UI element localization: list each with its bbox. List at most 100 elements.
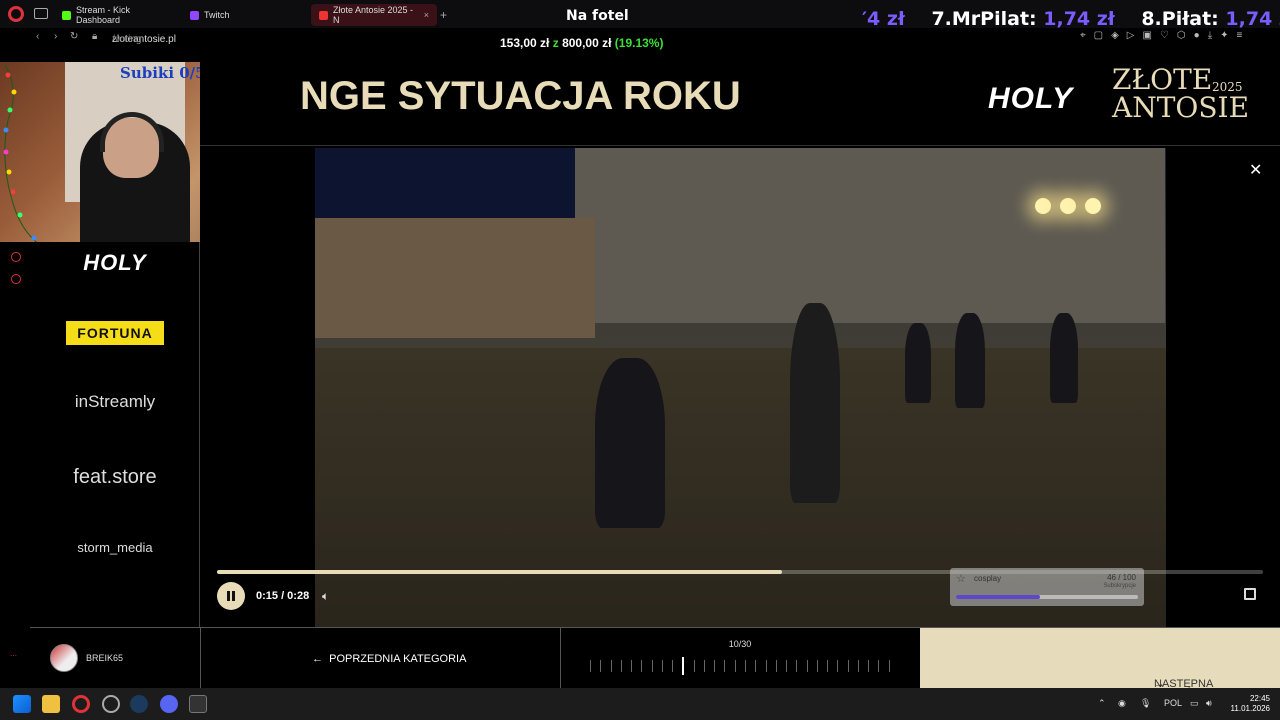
ticker-name: Piłat:: [1161, 8, 1219, 30]
terminal-icon[interactable]: [189, 695, 207, 713]
screenshot-icon[interactable]: ▢: [1094, 30, 1103, 41]
category-tick[interactable]: [868, 660, 870, 672]
user-profile[interactable]: BREIK65: [50, 644, 123, 672]
category-tick[interactable]: [806, 660, 808, 672]
opera-icon[interactable]: [8, 6, 24, 22]
zlote-antosie-logo: ZŁOTE ANTOSIE: [1112, 66, 1249, 122]
sponsor-holy-logo[interactable]: HOLY: [30, 250, 200, 276]
speaker-icon[interactable]: 🔊︎: [1206, 698, 1212, 709]
tab-twitch[interactable]: Twitch: [182, 4, 302, 26]
pause-button[interactable]: [217, 582, 245, 610]
category-tick[interactable]: [672, 660, 674, 672]
network-icon[interactable]: ▭: [1190, 698, 1199, 709]
sponsor-stormmedia-logo[interactable]: storm_media: [30, 540, 200, 555]
extensions-icon[interactable]: ⬡: [1177, 30, 1186, 41]
microphone-icon[interactable]: 🎙︎: [1140, 698, 1151, 709]
rail-menu-icon[interactable]: ⋯: [10, 652, 17, 660]
discord-icon[interactable]: [160, 695, 178, 713]
settings-icon[interactable]: [11, 274, 21, 284]
shield-icon[interactable]: ◈: [1111, 30, 1119, 41]
file-explorer-icon[interactable]: [42, 695, 60, 713]
category-tick[interactable]: [590, 660, 591, 672]
address-bar[interactable]: ‹ › ↻ 🔒︎ zloteantosie.pl/voting: [30, 28, 300, 46]
category-tick[interactable]: [755, 660, 757, 672]
ticker-amount: ′4 zł: [862, 8, 905, 30]
category-tick[interactable]: [847, 660, 849, 672]
category-tick[interactable]: [661, 660, 663, 672]
clock-date: 11.01.2026: [1230, 704, 1270, 713]
category-tick[interactable]: [714, 660, 716, 672]
category-tick[interactable]: [827, 660, 829, 672]
category-tick[interactable]: [693, 660, 695, 672]
category-tick[interactable]: [641, 660, 643, 672]
category-tick-active[interactable]: [682, 657, 685, 675]
category-tick[interactable]: [600, 660, 602, 672]
category-tick[interactable]: [786, 660, 788, 672]
category-tick[interactable]: [775, 660, 777, 672]
menu-icon[interactable]: ≡: [1237, 30, 1243, 41]
category-tick[interactable]: [796, 660, 798, 672]
clock-time: 22:45: [1249, 694, 1270, 703]
previous-category-button[interactable]: ← POPRZEDNIA KATEGORIA: [312, 653, 466, 665]
category-tick[interactable]: [837, 660, 839, 672]
category-ticks[interactable]: [590, 657, 890, 675]
category-navigation: BREIK65 ← POPRZEDNIA KATEGORIA 10/30 NAS…: [30, 627, 1280, 702]
cube-icon[interactable]: ▣: [1143, 30, 1152, 41]
volume-icon[interactable]: 🔈︎: [322, 589, 329, 604]
clock[interactable]: 22:45 11.01.2026: [1222, 694, 1270, 714]
subscription-goal-widget: ☆ cosplay 46 / 100 Subskrypcje: [950, 568, 1144, 606]
close-icon[interactable]: ✕: [1249, 160, 1262, 180]
sponsor-featstore-logo[interactable]: feat.store: [30, 466, 200, 489]
category-tick[interactable]: [620, 660, 622, 672]
back-icon[interactable]: ‹: [36, 31, 39, 42]
sponsor-instreamly-logo[interactable]: inStreamly: [30, 392, 200, 412]
app-icon[interactable]: [102, 695, 120, 713]
category-tick[interactable]: [724, 660, 726, 672]
ticker-name: MrPilat:: [951, 8, 1037, 30]
video-bystander: [955, 313, 985, 408]
tab-close-icon[interactable]: ×: [424, 10, 429, 20]
profile-icon[interactable]: ●: [1194, 30, 1200, 41]
video-player[interactable]: [315, 148, 1166, 627]
heart-icon[interactable]: ♡: [1160, 30, 1169, 41]
taskbar: ⌃ ◉ 🎙︎ POL ▭ 🔊︎ 22:45 11.01.2026: [0, 688, 1280, 720]
tab-kick-dashboard[interactable]: Stream - Kick Dashboard: [54, 4, 180, 26]
opera-taskbar-icon[interactable]: [72, 695, 90, 713]
tab-zlote-antosie[interactable]: Złote Antosie 2025 - N ×: [311, 4, 437, 26]
category-tick[interactable]: [734, 660, 736, 672]
steam-tray-icon[interactable]: ◉: [1118, 698, 1126, 709]
category-tick[interactable]: [610, 660, 612, 672]
download-icon[interactable]: ⤓: [1208, 30, 1212, 41]
category-tick[interactable]: [816, 660, 818, 672]
video-lamp: [1085, 198, 1101, 214]
new-tab-icon[interactable]: +: [440, 8, 447, 22]
category-tick[interactable]: [651, 660, 653, 672]
category-tick[interactable]: [744, 660, 746, 672]
windows-start-icon[interactable]: [13, 695, 31, 713]
category-tick[interactable]: [765, 660, 767, 672]
zlote-antosie-favicon: [319, 10, 328, 20]
language-indicator[interactable]: POL: [1164, 698, 1182, 708]
ai-icon[interactable]: ✦: [1220, 30, 1228, 41]
tab-list-icon[interactable]: [34, 8, 48, 19]
sponsor-fortuna-logo[interactable]: FORTUNA: [66, 321, 164, 345]
next-category-button[interactable]: NASTĘPNA KATEGORIA →: [920, 628, 1280, 702]
category-tick[interactable]: [878, 660, 880, 672]
category-tick[interactable]: [857, 660, 859, 672]
fullscreen-icon[interactable]: [1244, 588, 1256, 600]
category-tick[interactable]: [888, 660, 890, 672]
ticker-rank: 8.: [1141, 8, 1162, 30]
ticker-rank: 7.: [931, 8, 952, 30]
history-icon[interactable]: [11, 252, 21, 262]
goal-separator: z: [552, 36, 559, 50]
ticker-amount: 1,74 zł: [1225, 8, 1280, 30]
tray-expand-icon[interactable]: ⌃: [1098, 698, 1106, 709]
category-tick[interactable]: [703, 660, 705, 672]
goal-current: 153,00 zł: [500, 36, 550, 50]
category-tick[interactable]: [631, 660, 633, 672]
pin-icon[interactable]: ⌖: [1080, 30, 1086, 41]
steam-icon[interactable]: [130, 695, 148, 713]
forward-icon[interactable]: ›: [54, 31, 57, 42]
play-icon[interactable]: ▷: [1127, 30, 1135, 41]
reload-icon[interactable]: ↻: [70, 31, 78, 42]
